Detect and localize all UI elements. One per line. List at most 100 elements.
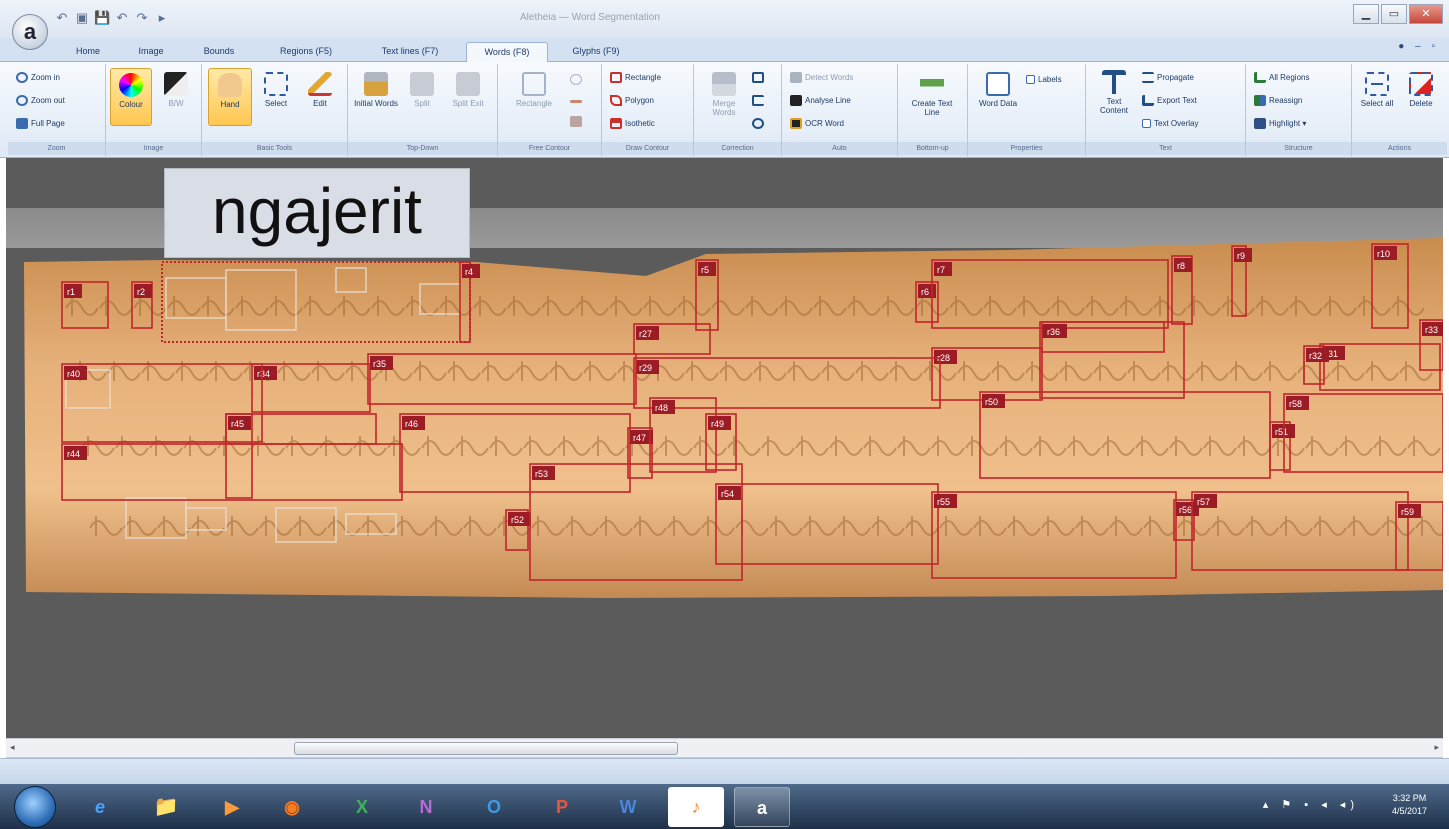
select-label: Select <box>264 99 288 108</box>
word-id-label: r50 <box>985 397 998 407</box>
audio-app-icon[interactable]: ♪ <box>668 787 724 827</box>
start-button[interactable] <box>14 786 56 828</box>
create-text-line-icon <box>920 72 944 96</box>
draw-rectangle-button[interactable]: Rectangle <box>610 72 661 84</box>
propagate-button[interactable]: Propagate <box>1142 72 1194 84</box>
outlook-icon[interactable]: O <box>466 787 522 827</box>
edit-button[interactable]: Edit <box>300 72 340 108</box>
text-content-button[interactable]: Text Content <box>1092 70 1136 115</box>
ribbon-help-controls[interactable]: ● – ▫ <box>1398 41 1439 52</box>
maximize-button[interactable]: ▭ <box>1381 4 1407 24</box>
delete-button[interactable]: Delete <box>1400 72 1442 108</box>
export-text-button[interactable]: Export Text <box>1142 95 1197 107</box>
horizontal-scrollbar[interactable]: ◂ ▸ <box>6 738 1443 758</box>
correction-tool-2[interactable] <box>752 95 767 107</box>
tab-image[interactable]: Image <box>124 42 178 62</box>
text-overlay-checkbox[interactable]: Text Overlay <box>1142 118 1198 130</box>
word-id-label: r46 <box>405 419 418 429</box>
zoom-out-button[interactable]: Zoom out <box>16 95 65 107</box>
checkbox-checked-icon <box>1142 119 1151 129</box>
media-player-icon[interactable]: ▶ <box>204 787 260 827</box>
internet-explorer-icon[interactable]: e <box>72 787 128 827</box>
close-button[interactable]: ✕ <box>1409 4 1443 24</box>
group-auto: Detect Words Analyse Line OCR Word Auto <box>782 64 898 156</box>
tab-regions[interactable]: Regions (F5) <box>262 42 350 62</box>
word-id-label: r52 <box>511 515 524 525</box>
initial-words-button[interactable]: Initial Words <box>354 72 398 108</box>
save-icon[interactable]: 💾 <box>94 10 110 26</box>
word-id-label: r36 <box>1047 327 1060 337</box>
reassign-button[interactable]: Reassign <box>1254 95 1302 107</box>
tab-text-lines[interactable]: Text lines (F7) <box>362 42 458 62</box>
all-regions-button[interactable]: All Regions <box>1254 72 1309 84</box>
export-text-label: Export Text <box>1157 96 1197 105</box>
document-canvas[interactable]: r1r2r4r5r6r7r8r9r10r27r28r29r30r31r32r33… <box>6 158 1443 738</box>
free-contour-tool-2[interactable] <box>570 96 585 108</box>
tab-glyphs[interactable]: Glyphs (F9) <box>556 42 636 62</box>
select-all-icon <box>1365 72 1389 96</box>
delete-label: Delete <box>1409 99 1433 108</box>
zoom-in-button[interactable]: Zoom in <box>16 72 60 84</box>
undo-arrow-icon[interactable]: ↶ <box>114 10 130 26</box>
isothetic-icon <box>610 118 622 130</box>
word-id-label: r59 <box>1401 507 1414 517</box>
select-all-button[interactable]: Select all <box>1356 72 1398 108</box>
correction-tool-1[interactable] <box>752 72 767 84</box>
edit-pencil-icon <box>308 72 332 96</box>
open-icon[interactable]: ▣ <box>74 10 90 26</box>
scroll-left-arrow-icon[interactable]: ◂ <box>10 742 15 753</box>
full-page-button[interactable]: Full Page <box>16 118 65 130</box>
all-regions-label: All Regions <box>1269 73 1310 82</box>
correction-tool-3[interactable] <box>752 118 767 130</box>
onenote-icon[interactable]: N <box>398 787 454 827</box>
hand-button[interactable]: Hand <box>208 68 252 126</box>
eraser-icon <box>570 116 582 128</box>
word-id-label: r58 <box>1289 399 1302 409</box>
free-contour-tool-1[interactable] <box>570 74 585 86</box>
create-text-line-button[interactable]: Create Text Line <box>904 72 960 117</box>
word-id-label: r34 <box>257 369 270 379</box>
word-icon[interactable]: W <box>600 787 656 827</box>
free-rectangle-button[interactable]: Rectangle <box>506 72 562 108</box>
detect-words-button[interactable]: Detect Words <box>790 72 853 84</box>
draw-polygon-button[interactable]: Polygon <box>610 95 654 107</box>
system-tray-icons[interactable]: ▴ ⚑ ▪ ◂ ◂) <box>1263 798 1359 811</box>
merge-words-button[interactable]: Merge Words <box>702 72 746 117</box>
split-button[interactable]: Split <box>402 72 442 108</box>
redo-arrow-icon[interactable]: ↷ <box>134 10 150 26</box>
tab-home[interactable]: Home <box>64 42 112 62</box>
file-explorer-icon[interactable]: 📁 <box>138 787 194 827</box>
text-content-label: Text Content <box>1099 97 1129 115</box>
word-id-label: r56 <box>1179 505 1192 515</box>
free-rectangle-icon <box>522 72 546 96</box>
group-label-bottom-up: Bottom-up <box>898 142 967 155</box>
analyse-line-button[interactable]: Analyse Line <box>790 95 851 107</box>
line-icon <box>570 100 582 104</box>
split-exit-button[interactable]: Split Exit <box>446 72 490 108</box>
arrows-icon <box>752 118 764 130</box>
draw-isothetic-button[interactable]: Isothetic <box>610 118 655 130</box>
bw-button[interactable]: B/W <box>158 72 194 108</box>
select-button[interactable]: Select <box>256 72 296 108</box>
minimize-button[interactable]: ▁ <box>1353 4 1379 24</box>
labels-checkbox[interactable]: Labels <box>1026 74 1062 86</box>
aletheia-taskbar-icon[interactable]: a <box>734 787 790 827</box>
window-controls: ▁ ▭ ✕ <box>1353 4 1443 24</box>
free-contour-tool-3[interactable] <box>570 116 585 128</box>
application-menu-button[interactable]: a <box>12 14 48 50</box>
window-title: Aletheia — Word Segmentation <box>520 12 660 23</box>
undo-icon[interactable]: ↶ <box>54 10 70 26</box>
excel-icon[interactable]: X <box>334 787 390 827</box>
highlight-dropdown[interactable]: Highlight ▾ <box>1254 118 1306 130</box>
scrollbar-thumb[interactable] <box>294 742 678 755</box>
powerpoint-icon[interactable]: P <box>534 787 590 827</box>
scroll-right-arrow-icon[interactable]: ▸ <box>1434 742 1439 753</box>
colour-button[interactable]: Colour <box>110 68 152 126</box>
word-data-button[interactable]: Word Data <box>976 72 1020 108</box>
firefox-icon[interactable]: ◉ <box>264 787 320 827</box>
tab-bounds[interactable]: Bounds <box>190 42 248 62</box>
ocr-word-button[interactable]: OCR Word <box>790 118 844 130</box>
customize-icon[interactable]: ▸ <box>154 10 170 26</box>
tab-words[interactable]: Words (F8) <box>466 42 548 62</box>
system-clock[interactable]: 3:32 PM 4/5/2017 <box>1392 792 1427 818</box>
